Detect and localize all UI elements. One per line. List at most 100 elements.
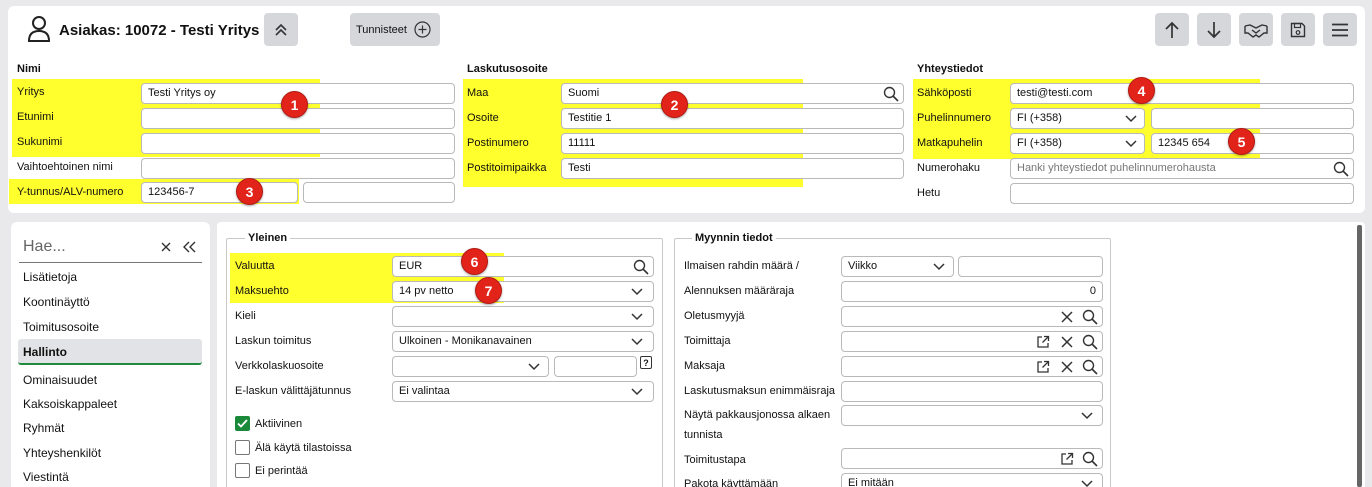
search-icon[interactable] <box>1332 160 1350 177</box>
payer-label: Maksaja <box>684 360 725 372</box>
add-circle-icon <box>414 21 431 38</box>
chevron-down-icon <box>1080 409 1094 423</box>
packing-queue-select[interactable] <box>841 405 1103 426</box>
active-checkbox[interactable] <box>235 416 250 431</box>
exclude-statistics-label: Älä käytä tilastoissa <box>255 442 352 454</box>
last-name-input[interactable] <box>141 133 455 154</box>
collapse-header-button[interactable] <box>264 13 298 46</box>
page-title: Asiakas: 10072 - Testi Yritys oy <box>59 22 282 39</box>
arrow-down-icon <box>1207 21 1221 38</box>
first-name-label: Etunimi <box>17 111 54 123</box>
postal-code-input[interactable]: 11111 <box>561 133 904 154</box>
active-label: Aktiivinen <box>255 418 303 430</box>
city-input[interactable]: Testi <box>561 158 904 179</box>
annotation-badge-3: 3 <box>236 178 263 205</box>
sidebar-item-kaksoiskappaleet[interactable]: Kaksoiskappaleet <box>23 397 117 411</box>
sidebar-item-viestinta[interactable]: Viestintä <box>23 470 69 484</box>
phone-number-input[interactable] <box>1151 108 1354 129</box>
clear-icon[interactable] <box>1059 358 1075 375</box>
close-icon[interactable] <box>159 240 173 254</box>
country-label: Maa <box>467 87 489 99</box>
search-icon[interactable] <box>632 258 650 275</box>
save-icon <box>1290 22 1306 37</box>
name-section-title: Nimi <box>17 63 41 75</box>
double-chevron-left-icon[interactable] <box>181 240 197 254</box>
tags-button-label: Tunnisteet <box>356 23 407 36</box>
search-icon[interactable] <box>1081 450 1099 467</box>
open-external-icon[interactable] <box>1058 450 1075 467</box>
next-record-button[interactable] <box>1197 13 1231 46</box>
chevron-down-icon <box>932 260 946 274</box>
number-lookup-input[interactable]: Hanki yhteystiedot puhelinnumerohausta <box>1010 158 1354 179</box>
contact-section-title: Yhteystiedot <box>917 63 984 75</box>
vat-number-input[interactable] <box>303 182 455 203</box>
previous-record-button[interactable] <box>1155 13 1189 46</box>
sidebar-item-koontinaytto[interactable]: Koontinäyttö <box>23 295 90 309</box>
chevron-down-icon <box>1124 112 1138 126</box>
phone-label: Puhelinnumero <box>917 112 991 124</box>
currency-input[interactable]: EUR <box>392 256 654 277</box>
language-label: Kieli <box>235 310 256 322</box>
clear-icon[interactable] <box>1059 333 1075 350</box>
mobile-label: Matkapuhelin <box>917 137 983 149</box>
free-shipping-label: Ilmaisen rahdin määrä / <box>684 260 799 272</box>
billing-address-section-title: Laskutusosoite <box>467 63 548 75</box>
sidebar-item-yhteyshenkilot[interactable]: Yhteyshenkilöt <box>23 446 101 460</box>
search-icon[interactable] <box>1081 358 1099 375</box>
einvoice-broker-select[interactable]: Ei valintaa <box>392 381 654 402</box>
search-icon[interactable] <box>1081 308 1099 325</box>
einvoice-address-select[interactable] <box>392 356 549 377</box>
invoice-fee-limit-input[interactable] <box>841 381 1103 402</box>
default-seller-label: Oletusmyyjä <box>684 310 745 322</box>
company-label: Yritys <box>17 86 45 98</box>
force-use-select[interactable]: Ei mitään <box>841 473 1103 487</box>
annotation-badge-2: 2 <box>661 91 688 118</box>
ssn-input[interactable] <box>1010 183 1354 204</box>
search-icon[interactable] <box>882 85 900 102</box>
open-external-icon[interactable] <box>1034 333 1051 350</box>
scrollbar-thumb[interactable] <box>1357 225 1362 487</box>
einvoice-address-label: Verkkolaskuosoite <box>235 360 324 372</box>
alternative-name-input[interactable] <box>141 158 455 179</box>
delivery-method-label: Toimitustapa <box>684 454 746 466</box>
payment-terms-label: Maksuehto <box>235 285 289 297</box>
help-icon[interactable]: ? <box>640 356 652 369</box>
sidebar-item-toimitusosoite[interactable]: Toimitusosoite <box>23 320 99 334</box>
street-input[interactable]: Testitie 1 <box>561 108 904 129</box>
sidebar-item-ominaisuudet[interactable]: Ominaisuudet <box>23 373 97 387</box>
ssn-label: Hetu <box>917 187 941 199</box>
no-collection-label: Ei perintää <box>255 465 308 477</box>
discount-limit-label: Alennuksen määräraja <box>684 285 795 297</box>
sidebar-item-lisatietoja[interactable]: Lisätietoja <box>23 270 77 284</box>
chevron-down-icon <box>1080 477 1094 487</box>
email-input[interactable]: testi@testi.com <box>1010 83 1354 104</box>
menu-button[interactable] <box>1323 13 1357 46</box>
sidebar-item-ryhmat[interactable]: Ryhmät <box>23 421 64 435</box>
einvoice-operator-input[interactable] <box>554 356 637 377</box>
supplier-label: Toimittaja <box>684 335 731 347</box>
no-collection-checkbox[interactable] <box>235 463 250 478</box>
language-select[interactable] <box>392 306 654 327</box>
handshake-button[interactable] <box>1239 13 1273 46</box>
currency-label: Valuutta <box>235 260 275 272</box>
open-external-icon[interactable] <box>1034 358 1051 375</box>
search-icon[interactable] <box>1081 333 1099 350</box>
business-id-input[interactable]: 123456-7 <box>141 182 298 203</box>
chevron-down-icon <box>630 285 644 299</box>
checkmark-icon <box>237 419 248 428</box>
annotation-badge-4: 4 <box>1128 77 1155 104</box>
sidebar-item-hallinto[interactable]: Hallinto <box>23 345 67 359</box>
tags-button[interactable]: Tunnisteet <box>350 13 440 46</box>
invoice-delivery-select[interactable]: Ulkoinen - Monikanavainen <box>392 331 654 352</box>
clear-icon[interactable] <box>1059 308 1075 325</box>
sidebar-search-input[interactable]: Hae... <box>23 238 66 256</box>
business-id-label: Y-tunnus/ALV-numero <box>17 186 124 198</box>
save-button[interactable] <box>1281 13 1315 46</box>
country-input[interactable]: Suomi <box>561 83 904 104</box>
exclude-statistics-checkbox[interactable] <box>235 440 250 455</box>
discount-limit-input[interactable]: 0 <box>841 281 1103 302</box>
free-shipping-amount-input[interactable] <box>958 256 1103 277</box>
payment-terms-select[interactable]: 14 pv netto <box>392 281 654 302</box>
alternative-name-label: Vaihtoehtoinen nimi <box>17 161 113 173</box>
invoice-delivery-label: Laskun toimitus <box>235 335 312 347</box>
